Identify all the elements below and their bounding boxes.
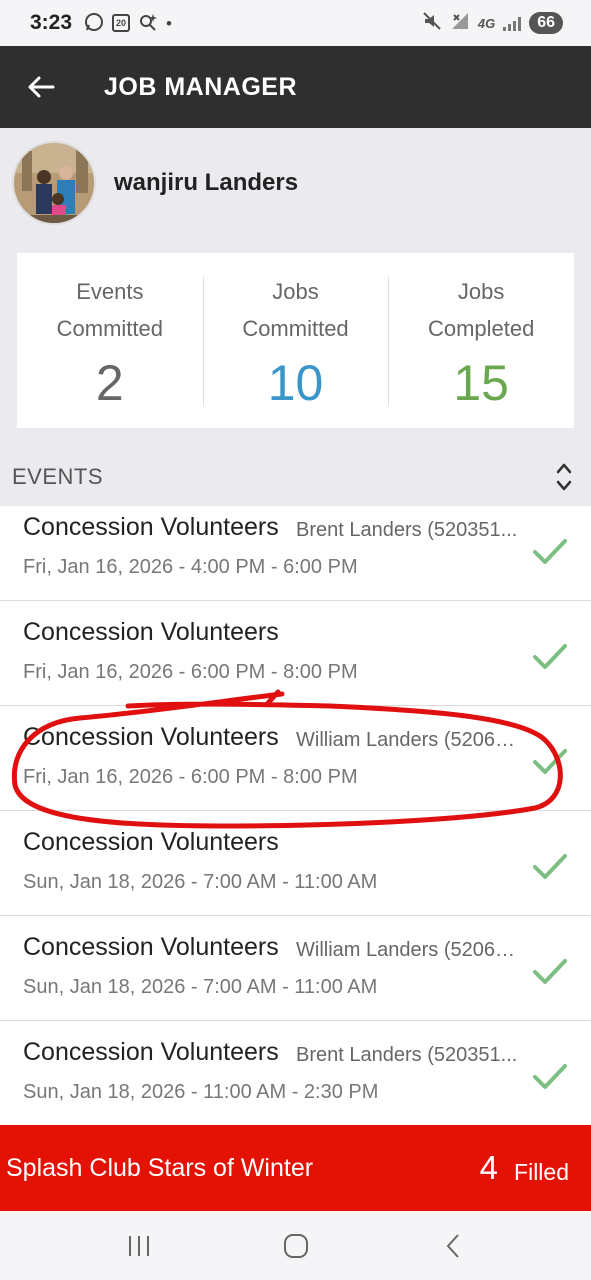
event-name: Concession Volunteers [23, 828, 279, 856]
calendar-icon: 20 [112, 14, 131, 32]
check-icon [533, 539, 567, 564]
system-icons: 4G 66 [422, 11, 563, 36]
event-person: William Landers (52061... [296, 729, 522, 751]
whatsapp-icon [84, 12, 104, 35]
check-icon [533, 854, 567, 879]
event-name: Concession Volunteers [23, 1038, 279, 1066]
event-date: Fri, Jan 16, 2026 - 4:00 PM - 6:00 PM [23, 556, 358, 578]
stat-value: 10 [267, 355, 324, 411]
list-item[interactable]: Concession Volunteers William Landers (5… [0, 916, 591, 1021]
profile-header: wanjiru Landers [0, 128, 591, 238]
notification-icons: 20 • [84, 12, 172, 35]
check-icon [533, 959, 567, 984]
stat-events-committed: Events Committed 2 [17, 253, 203, 428]
network-type: 4G [477, 15, 496, 31]
signal-icon [503, 15, 522, 31]
event-date: Sun, Jan 18, 2026 - 11:00 AM - 2:30 PM [23, 1081, 379, 1103]
sparkle-search-icon [138, 12, 158, 35]
event-date: Fri, Jan 16, 2026 - 6:00 PM - 8:00 PM [23, 661, 358, 683]
event-title: Splash Club Stars of Winter [6, 1153, 314, 1182]
event-person: Brent Landers (520351... [296, 1044, 518, 1066]
dot-icon: • [166, 13, 172, 33]
no-signal-icon [450, 12, 470, 35]
mute-icon [422, 11, 442, 36]
home-button[interactable] [271, 1221, 321, 1271]
stat-jobs-completed: Jobs Completed 15 [388, 253, 574, 428]
event-name: Concession Volunteers [23, 933, 279, 961]
stat-value: 2 [95, 355, 124, 411]
check-icon [533, 644, 567, 669]
stat-label: Events Committed [56, 279, 163, 341]
filled-count: 4 [479, 1149, 499, 1186]
user-name: wanjiru Landers [114, 169, 299, 196]
page-title: JOB MANAGER [104, 72, 298, 101]
recents-icon [128, 1235, 149, 1256]
sort-button[interactable] [549, 457, 579, 497]
list-item[interactable]: Concession Volunteers Sun, Jan 18, 2026 … [0, 811, 591, 916]
status-time: 3:23 [30, 11, 73, 34]
status-bar: 3:23 20 • 4G 66 [0, 0, 591, 46]
stat-label: Jobs Committed [242, 279, 349, 341]
events-section-header: EVENTS [0, 448, 591, 506]
event-name: Concession Volunteers [23, 618, 279, 646]
stat-label: Jobs Completed [427, 279, 535, 341]
system-nav-bar [0, 1211, 591, 1280]
chevron-up-down-icon [556, 463, 572, 491]
check-icon [533, 749, 567, 774]
event-person: Brent Landers (520351... [296, 519, 518, 541]
stat-jobs-committed: Jobs Committed 10 [202, 253, 389, 428]
stat-value: 15 [453, 355, 509, 411]
stats-card: Events Committed 2 Jobs Committed 10 Job… [17, 253, 574, 428]
event-person: William Landers (52061... [296, 939, 522, 961]
back-button[interactable] [0, 46, 82, 128]
event-date: Sun, Jan 18, 2026 - 7:00 AM - 11:00 AM [23, 976, 378, 998]
event-date: Sun, Jan 18, 2026 - 7:00 AM - 11:00 AM [23, 871, 378, 893]
recents-button[interactable] [114, 1221, 164, 1271]
app-bar: JOB MANAGER [0, 46, 591, 128]
arrow-left-icon [28, 76, 55, 98]
filled-label: Filled [514, 1158, 569, 1185]
back-nav-button[interactable] [428, 1221, 478, 1271]
home-icon [283, 1233, 308, 1258]
avatar[interactable] [12, 141, 96, 225]
event-name: Concession Volunteers [23, 723, 279, 751]
list-item[interactable]: Concession Volunteers William Landers (5… [0, 706, 591, 811]
list-item[interactable]: Concession Volunteers Brent Landers (520… [0, 506, 591, 601]
events-title: EVENTS [12, 464, 104, 489]
event-date: Fri, Jan 16, 2026 - 6:00 PM - 8:00 PM [23, 766, 358, 788]
check-icon [533, 1064, 567, 1089]
chevron-left-icon [446, 1233, 459, 1258]
event-list: Concession Volunteers Brent Landers (520… [0, 506, 591, 1125]
list-item[interactable]: Concession Volunteers Brent Landers (520… [0, 1021, 591, 1125]
list-item[interactable]: Concession Volunteers Fri, Jan 16, 2026 … [0, 601, 591, 706]
event-name: Concession Volunteers [23, 513, 279, 541]
battery-level: 66 [529, 12, 563, 34]
event-summary-bar[interactable]: Splash Club Stars of Winter 4 Filled [0, 1125, 591, 1211]
